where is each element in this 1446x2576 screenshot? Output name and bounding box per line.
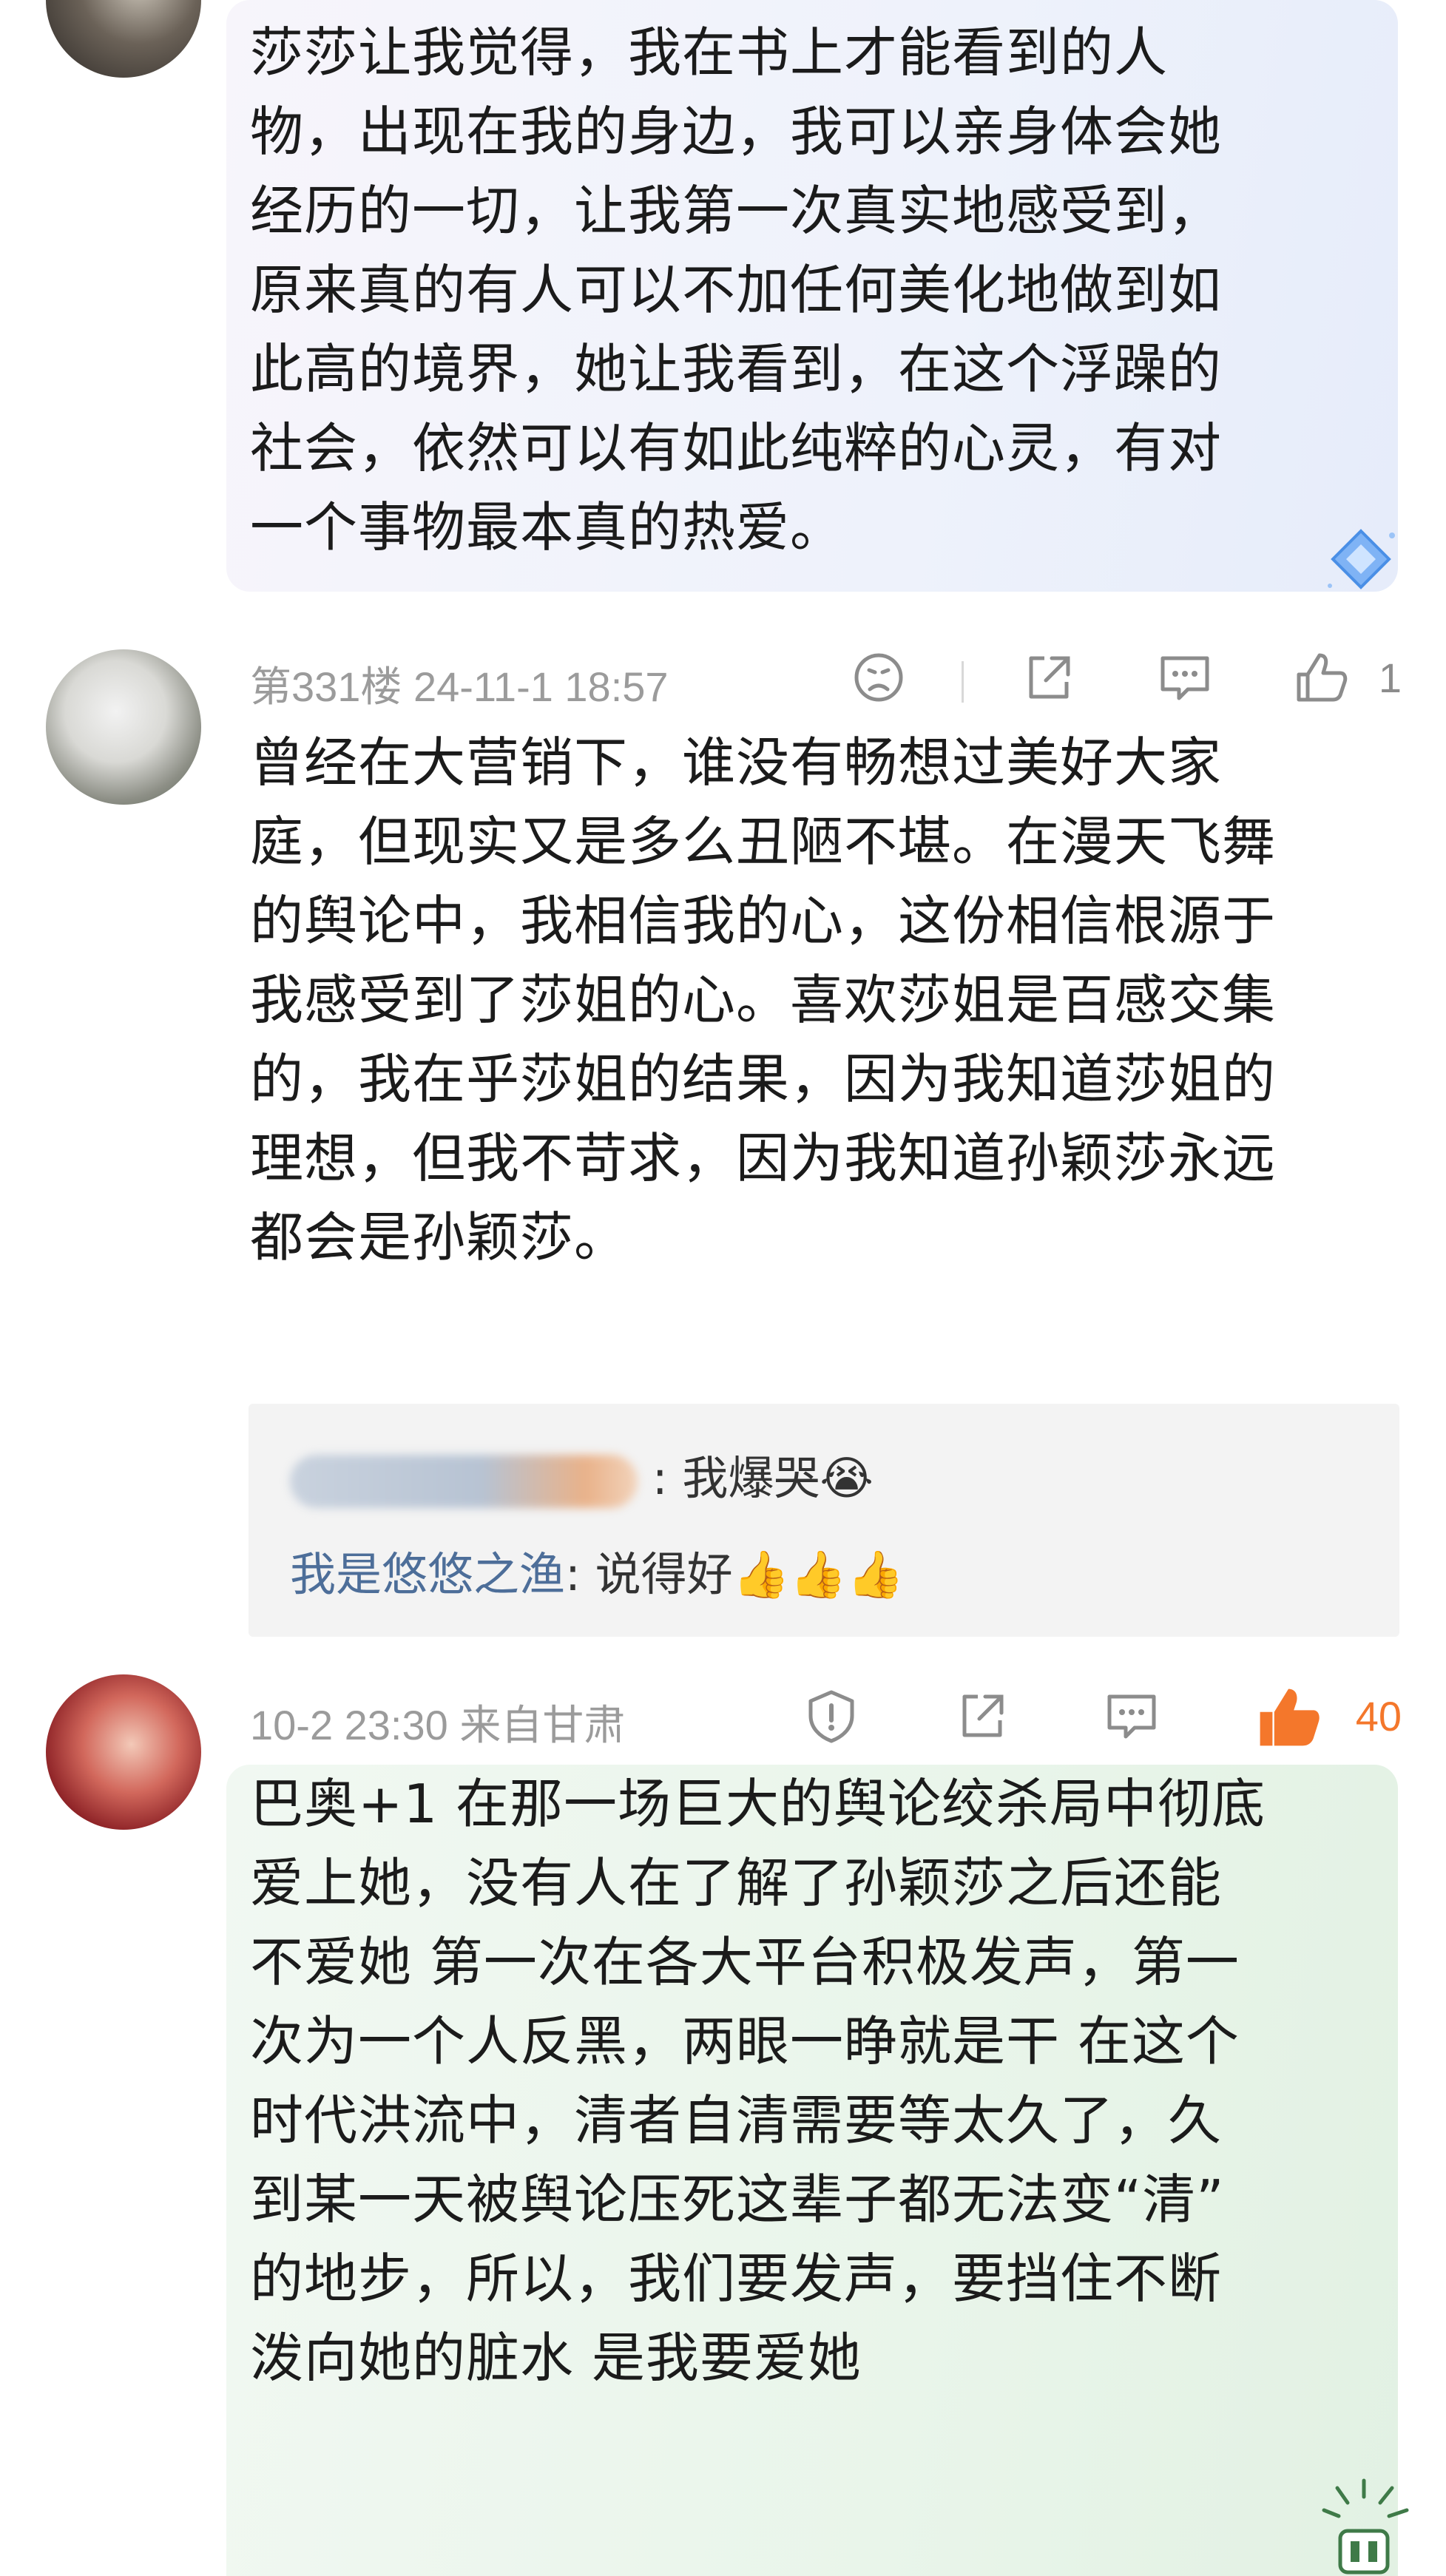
thumbs-up-icon[interactable] [1291,648,1351,707]
reply-username[interactable]: 我是悠悠之渔 [290,1547,565,1601]
share-icon[interactable] [953,1686,1012,1745]
comment-meta: 10-2 23:30 来自甘肃 40 [250,1686,1402,1748]
avatar[interactable] [46,649,201,805]
comment-bubble: 莎莎让我觉得，我在书上才能看到的人 物，出现在我的身边，我可以亲身体会她 经历的… [226,0,1398,592]
report-icon[interactable] [802,1686,861,1745]
comment-icon[interactable] [1102,1686,1161,1745]
blurred-username [290,1454,638,1508]
avatar[interactable] [46,1674,201,1830]
dislike-face-icon[interactable] [849,648,908,707]
divider [962,661,964,703]
reply-1: : 我爆哭😭 [290,1441,874,1508]
time-location: 10-2 23:30 来自甘肃 [250,1702,626,1748]
comment-text: 曾经在大营销下，谁没有畅想过美好大家 庭，但现实又是多么丑陋不堪。在漫天飞舞 的… [250,731,1277,1268]
reply-text: : 说得好👍👍👍 [565,1547,905,1601]
reply-preview-box[interactable]: : 我爆哭😭 我是悠悠之渔: 说得好👍👍👍 [249,1404,1399,1637]
reply-2: 我是悠悠之渔: 说得好👍👍👍 [290,1537,904,1603]
like-count: 1 [1378,655,1402,701]
share-icon[interactable] [1019,648,1078,707]
like-count: 40 [1355,1693,1402,1740]
comment-icon[interactable] [1155,648,1214,707]
thumbs-up-filled-icon[interactable] [1253,1682,1324,1753]
avatar[interactable] [46,0,201,78]
diamond-badge-icon [1328,529,1395,589]
decorative-sticker-icon [1322,2478,1409,2575]
comment-meta: 第331楼 24-11-1 18:57 1 [250,648,1402,710]
comment-bubble: 巴奥+1 在那一场巨大的舆论绞杀局中彻底 爱上她，没有人在了解了孙颖莎之后还能 … [226,1765,1409,2576]
comment-text: 巴奥+1 在那一场巨大的舆论绞杀局中彻底 爱上她，没有人在了解了孙颖莎之后还能 … [250,1773,1266,2389]
comment-text: 莎莎让我觉得，我在书上才能看到的人 物，出现在我的身边，我可以亲身体会她 经历的… [250,21,1223,558]
floor-and-time: 第331楼 24-11-1 18:57 [250,663,669,710]
reply-text: : 我爆哭😭 [652,1451,874,1505]
